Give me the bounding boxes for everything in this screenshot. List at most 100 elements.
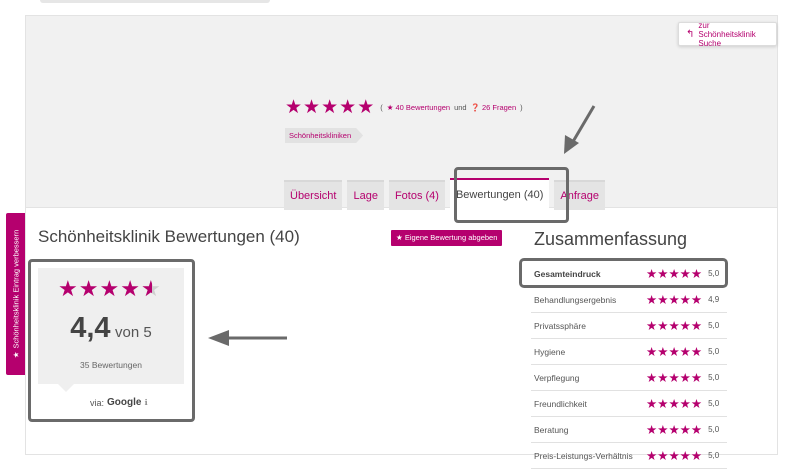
summary-label: Beratung	[534, 424, 569, 435]
summary-value: 5,0	[708, 321, 720, 330]
reply-arrow-icon: ↰	[686, 28, 695, 40]
star-icon: ★	[668, 292, 680, 307]
summary-stars: ★ ★ ★ ★ ★	[646, 318, 703, 333]
side-tab-label: Schönheitsklinik Eintrag verbessern	[11, 229, 20, 349]
reviews-link[interactable]: ★ 40 Bewertungen	[387, 103, 450, 112]
summary-label: Privatssphäre	[534, 320, 586, 331]
write-review-label: Eigene Bewertung abgeben	[404, 233, 498, 242]
summary-stars: ★ ★ ★ ★ ★	[646, 448, 703, 463]
star-icon: ★	[646, 292, 658, 307]
tab-highlight-frame	[454, 167, 569, 223]
summary-value: 5,0	[708, 373, 720, 382]
star-icon: ★	[285, 97, 303, 118]
google-highlight-frame	[28, 259, 195, 422]
back-to-search-button[interactable]: ↰ zur Schönheitsklinik Suche	[678, 20, 777, 48]
star-icon: ★	[668, 422, 680, 437]
star-icon: ★	[668, 370, 680, 385]
star-icon: ★	[303, 97, 321, 118]
summary-stars: ★ ★ ★ ★ ★	[646, 292, 703, 307]
star-icon: ★	[668, 396, 680, 411]
arrow-to-google-icon	[208, 330, 287, 346]
star-icon: ★	[386, 103, 394, 112]
summary-stars: ★ ★ ★ ★ ★	[646, 370, 702, 385]
summary-label: Verpflegung	[534, 372, 580, 383]
breadcrumb[interactable]: Schönheitskliniken	[285, 128, 363, 143]
star-icon: ★	[679, 292, 691, 307]
page-title: Schönheitsklinik Bewertungen (40)	[38, 227, 300, 246]
connector-text: und	[454, 103, 467, 112]
summary-label: Behandlungsergebnis	[534, 294, 617, 305]
star-icon: ★	[679, 344, 691, 359]
star-icon: ★	[690, 448, 703, 463]
side-tab-text: ★ Schönheitsklinik Eintrag verbessern	[11, 230, 20, 359]
summary-value: 5,0	[708, 399, 720, 408]
summary-highlight-frame	[519, 258, 728, 288]
breadcrumb-label: Schönheitskliniken	[289, 131, 352, 140]
star-icon: ★	[679, 370, 691, 385]
paren-close: )	[520, 103, 523, 112]
summary-value: 5,0	[708, 451, 720, 460]
star-icon: ★	[668, 448, 680, 463]
hero-star-rating: ★ ★ ★ ★ ★	[285, 98, 374, 117]
summary-row: Freundlichkeit ★ ★ ★ ★ ★ 5,0	[531, 391, 727, 417]
tab-lage[interactable]: Lage	[347, 180, 384, 210]
top-strip	[40, 0, 270, 3]
star-icon: ★	[668, 318, 680, 333]
star-icon: ★	[646, 396, 658, 411]
improve-entry-side-tab[interactable]: ★ Schönheitsklinik Eintrag verbessern	[6, 213, 25, 375]
star-icon: ★	[321, 97, 339, 118]
star-icon: ★	[668, 344, 680, 359]
star-icon: ★	[690, 318, 703, 333]
star-icon: ★	[690, 344, 703, 359]
summary-title: Zusammenfassung	[534, 229, 688, 249]
summary-value: 5,0	[708, 347, 720, 356]
questions-link-label: 26 Fragen	[481, 103, 517, 112]
summary-row: Verpflegung ★ ★ ★ ★ ★ 5,0	[531, 365, 727, 391]
summary-row: Behandlungsergebnis ★ ★ ★ ★ ★ 4,9	[531, 287, 727, 313]
tab-uebersicht[interactable]: Übersicht	[284, 180, 343, 210]
star-icon: ★	[657, 292, 669, 307]
star-icon: ★	[657, 318, 669, 333]
summary-label: Preis-Leistungs-Verhältnis	[534, 450, 633, 461]
star-icon: ★	[339, 97, 357, 118]
star-icon: ★	[11, 351, 20, 359]
summary-row: Privatssphäre ★ ★ ★ ★ ★ 5,0	[531, 313, 727, 339]
tab-fotos[interactable]: Fotos (4)	[388, 180, 445, 210]
summary-row: Hygiene ★ ★ ★ ★ ★ 5,0	[531, 339, 727, 365]
questions-link[interactable]: ❓ 26 Fragen	[471, 103, 517, 112]
summary-value: 5,0	[708, 425, 720, 434]
star-icon: ★	[646, 344, 658, 359]
star-icon: ★	[690, 396, 703, 411]
back-to-search-label: zur Schönheitsklinik Suche	[698, 20, 756, 48]
summary-row: Preis-Leistungs-Verhältnis ★ ★ ★ ★ ★ 5,0	[531, 443, 727, 469]
star-icon: ★	[646, 318, 658, 333]
star-icon: ★	[679, 396, 691, 411]
star-icon: ★	[690, 422, 703, 437]
summary-stars: ★ ★ ★ ★ ★	[646, 344, 703, 359]
summary-list: Gesamteindruck ★ ★ ★ ★ ★ 5,0 Behandlungserge…	[531, 261, 727, 469]
summary-label: Freundlichkeit	[534, 398, 587, 409]
reviews-link-label: 40 Bewertungen	[395, 103, 451, 112]
star-icon: ★	[396, 233, 403, 242]
star-icon: ★	[657, 396, 669, 411]
star-icon: ★	[646, 448, 658, 463]
summary-stars: ★ ★ ★ ★ ★	[646, 422, 703, 437]
star-icon: ★	[679, 448, 691, 463]
write-review-button[interactable]: ★ Eigene Bewertung abgeben	[391, 230, 503, 246]
star-icon: ★	[657, 344, 669, 359]
hero-meta: ( ★ 40 Bewertungen und ❓ 26 Fragen )	[380, 103, 522, 112]
star-icon: ★	[679, 422, 691, 437]
star-icon: ★	[646, 370, 658, 385]
question-circle-icon: ❓	[470, 103, 480, 112]
summary-label: Hygiene	[534, 346, 566, 357]
star-icon: ★	[657, 422, 669, 437]
summary-value: 4,9	[708, 295, 720, 304]
star-icon: ★	[679, 318, 691, 333]
star-icon: ★	[357, 97, 375, 118]
paren-open: (	[380, 103, 383, 112]
star-icon: ★	[657, 370, 669, 385]
star-icon: ★	[646, 422, 658, 437]
hero-rating: ★ ★ ★ ★ ★ ( ★ 40 Bewertungen und ❓ 26 Frag…	[285, 98, 523, 117]
arrow-to-tab-icon	[564, 105, 596, 154]
star-icon: ★	[690, 292, 703, 307]
